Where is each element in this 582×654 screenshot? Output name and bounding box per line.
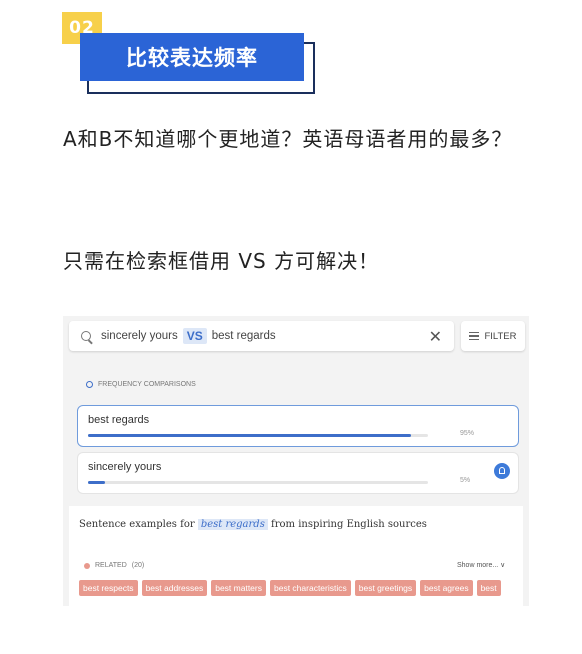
filter-button[interactable]: FILTER bbox=[461, 321, 525, 351]
examples-section: Sentence examples for best regards from … bbox=[69, 506, 523, 606]
related-tag[interactable]: best greetings bbox=[354, 580, 417, 596]
frequency-card-sincerely-yours[interactable]: sincerely yours 5% bbox=[77, 452, 519, 494]
related-tags: best respects best addresses best matters b… bbox=[79, 580, 522, 596]
frequency-header-label: FREQUENCY COMPARISONS bbox=[98, 381, 196, 388]
related-tag[interactable]: best respects bbox=[79, 580, 138, 596]
frequency-phrase: sincerely yours bbox=[88, 461, 162, 473]
search-input[interactable]: sincerely yours VS best regards ✕ bbox=[69, 321, 454, 351]
examples-prefix: Sentence examples for bbox=[79, 519, 195, 530]
app-screenshot: sincerely yours VS best regards ✕ FILTER… bbox=[63, 316, 529, 606]
show-more-link[interactable]: Show more... ∨ bbox=[457, 561, 505, 569]
frequency-header: FREQUENCY COMPARISONS bbox=[86, 381, 196, 388]
tip-paragraph: 只需在检索框借用 VS 方可解决！ bbox=[63, 249, 380, 273]
bell-icon[interactable] bbox=[494, 463, 510, 479]
frequency-bar-fill bbox=[88, 481, 105, 484]
frequency-bar bbox=[88, 481, 428, 484]
related-tag[interactable]: best bbox=[476, 580, 501, 596]
vs-chip: VS bbox=[182, 328, 207, 344]
related-count: (20) bbox=[131, 562, 145, 569]
related-header: RELATED (20) bbox=[84, 562, 144, 569]
related-tag[interactable]: best matters bbox=[211, 580, 266, 596]
search-term-a: sincerely yours bbox=[101, 330, 178, 342]
frequency-card-best-regards[interactable]: best regards 95% bbox=[77, 405, 519, 447]
filter-icon bbox=[469, 332, 480, 340]
examples-suffix: from inspiring English sources bbox=[271, 519, 427, 530]
frequency-phrase: best regards bbox=[88, 414, 150, 426]
related-tag[interactable]: best agrees bbox=[420, 580, 473, 596]
frequency-percent: 95% bbox=[460, 430, 475, 437]
frequency-percent: 5% bbox=[460, 477, 471, 484]
intro-paragraph: A和B不知道哪个更地道？英语母语者用的最多？ bbox=[63, 127, 513, 151]
related-tag[interactable]: best addresses bbox=[141, 580, 208, 596]
search-icon bbox=[81, 331, 91, 341]
related-tag[interactable]: best characteristics bbox=[270, 580, 351, 596]
section-title: 比较表达频率 bbox=[80, 33, 304, 81]
frequency-panel: FREQUENCY COMPARISONS best regards 95% s… bbox=[71, 368, 527, 502]
close-icon[interactable]: ✕ bbox=[429, 327, 442, 347]
examples-heading: Sentence examples for best regards from … bbox=[79, 519, 427, 530]
search-term-b: best regards bbox=[211, 330, 276, 342]
frequency-bar bbox=[88, 434, 428, 437]
frequency-bar-fill bbox=[88, 434, 411, 437]
related-label: RELATED bbox=[95, 562, 127, 569]
circle-icon bbox=[86, 381, 93, 388]
filter-label: FILTER bbox=[484, 330, 517, 342]
dot-icon bbox=[84, 562, 90, 569]
examples-highlight[interactable]: best regards bbox=[197, 519, 268, 530]
